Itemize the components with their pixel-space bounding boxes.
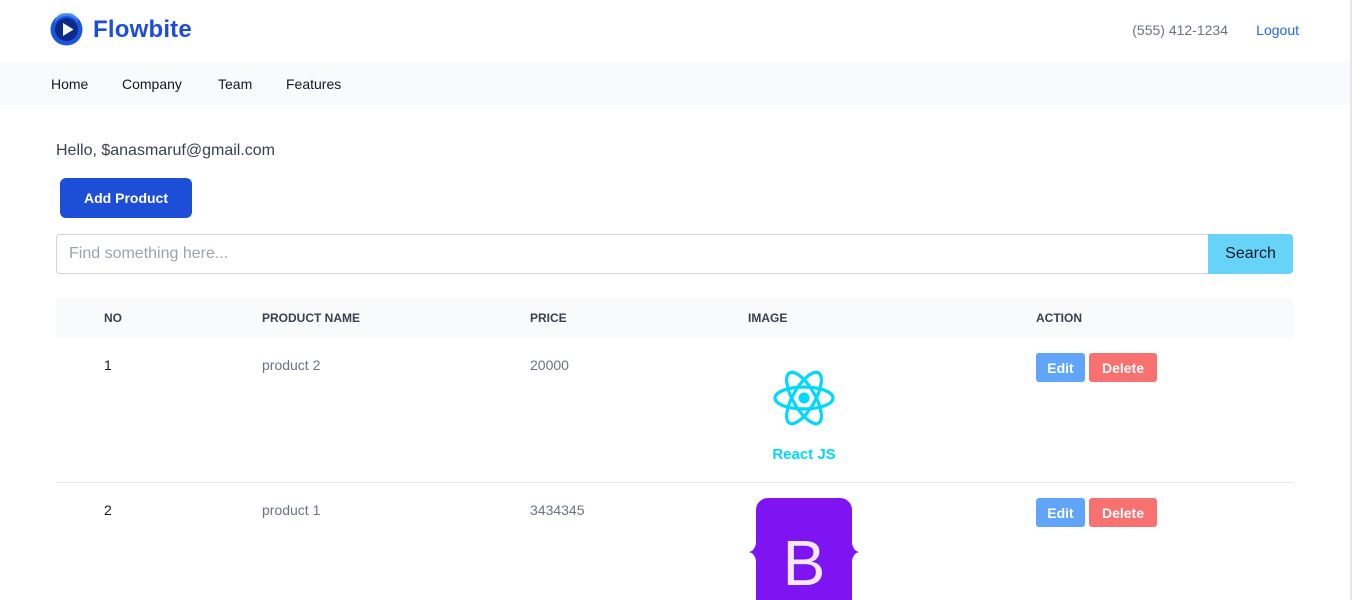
product-price: 3434345 <box>530 502 585 518</box>
nav-item-team[interactable]: Team <box>218 75 252 93</box>
row-number: 2 <box>104 502 112 518</box>
react-js-logo-icon: React JS <box>772 370 836 463</box>
nav-item-home[interactable]: Home <box>51 75 88 93</box>
add-product-button[interactable]: Add Product <box>60 178 192 218</box>
table-header: No Product Name Price Image Action <box>56 298 1293 338</box>
column-header-no: No <box>104 311 122 325</box>
product-name: product 1 <box>262 502 321 518</box>
nav-item-features[interactable]: Features <box>286 75 341 93</box>
search-button[interactable]: Search <box>1208 234 1293 274</box>
phone-number: (555) 412-1234 <box>1132 22 1228 38</box>
brand-name[interactable]: Flowbite <box>93 14 192 46</box>
column-header-image: Image <box>748 311 788 325</box>
table-row: 1 product 2 20000 React JS Edit Delete <box>56 338 1293 482</box>
flowbite-logo-icon[interactable] <box>50 13 83 46</box>
product-price: 20000 <box>530 357 569 373</box>
table-row: 2 product 1 3434345 B Edit Delete <box>56 483 1293 600</box>
edit-button[interactable]: Edit <box>1036 353 1085 382</box>
nav-item-company[interactable]: Company <box>122 75 182 93</box>
delete-button[interactable]: Delete <box>1089 498 1157 527</box>
bootstrap-logo-icon: B <box>748 498 860 600</box>
react-js-logo-text: React JS <box>772 446 835 463</box>
delete-button[interactable]: Delete <box>1089 353 1157 382</box>
product-name: product 2 <box>262 357 321 373</box>
column-header-action: Action <box>1036 311 1082 325</box>
row-number: 1 <box>104 357 112 373</box>
search-input[interactable] <box>56 234 1208 274</box>
main-nav: Home Company Team Features <box>0 62 1352 105</box>
edit-button[interactable]: Edit <box>1036 498 1085 527</box>
column-header-price: Price <box>530 311 567 325</box>
logout-link[interactable]: Logout <box>1256 20 1299 40</box>
top-header: Flowbite (555) 412-1234 Logout <box>0 0 1352 62</box>
column-header-product-name: Product Name <box>262 311 360 325</box>
greeting-text: Hello, $anasmaruf@gmail.com <box>56 142 275 159</box>
bootstrap-logo-letter: B <box>783 527 826 599</box>
